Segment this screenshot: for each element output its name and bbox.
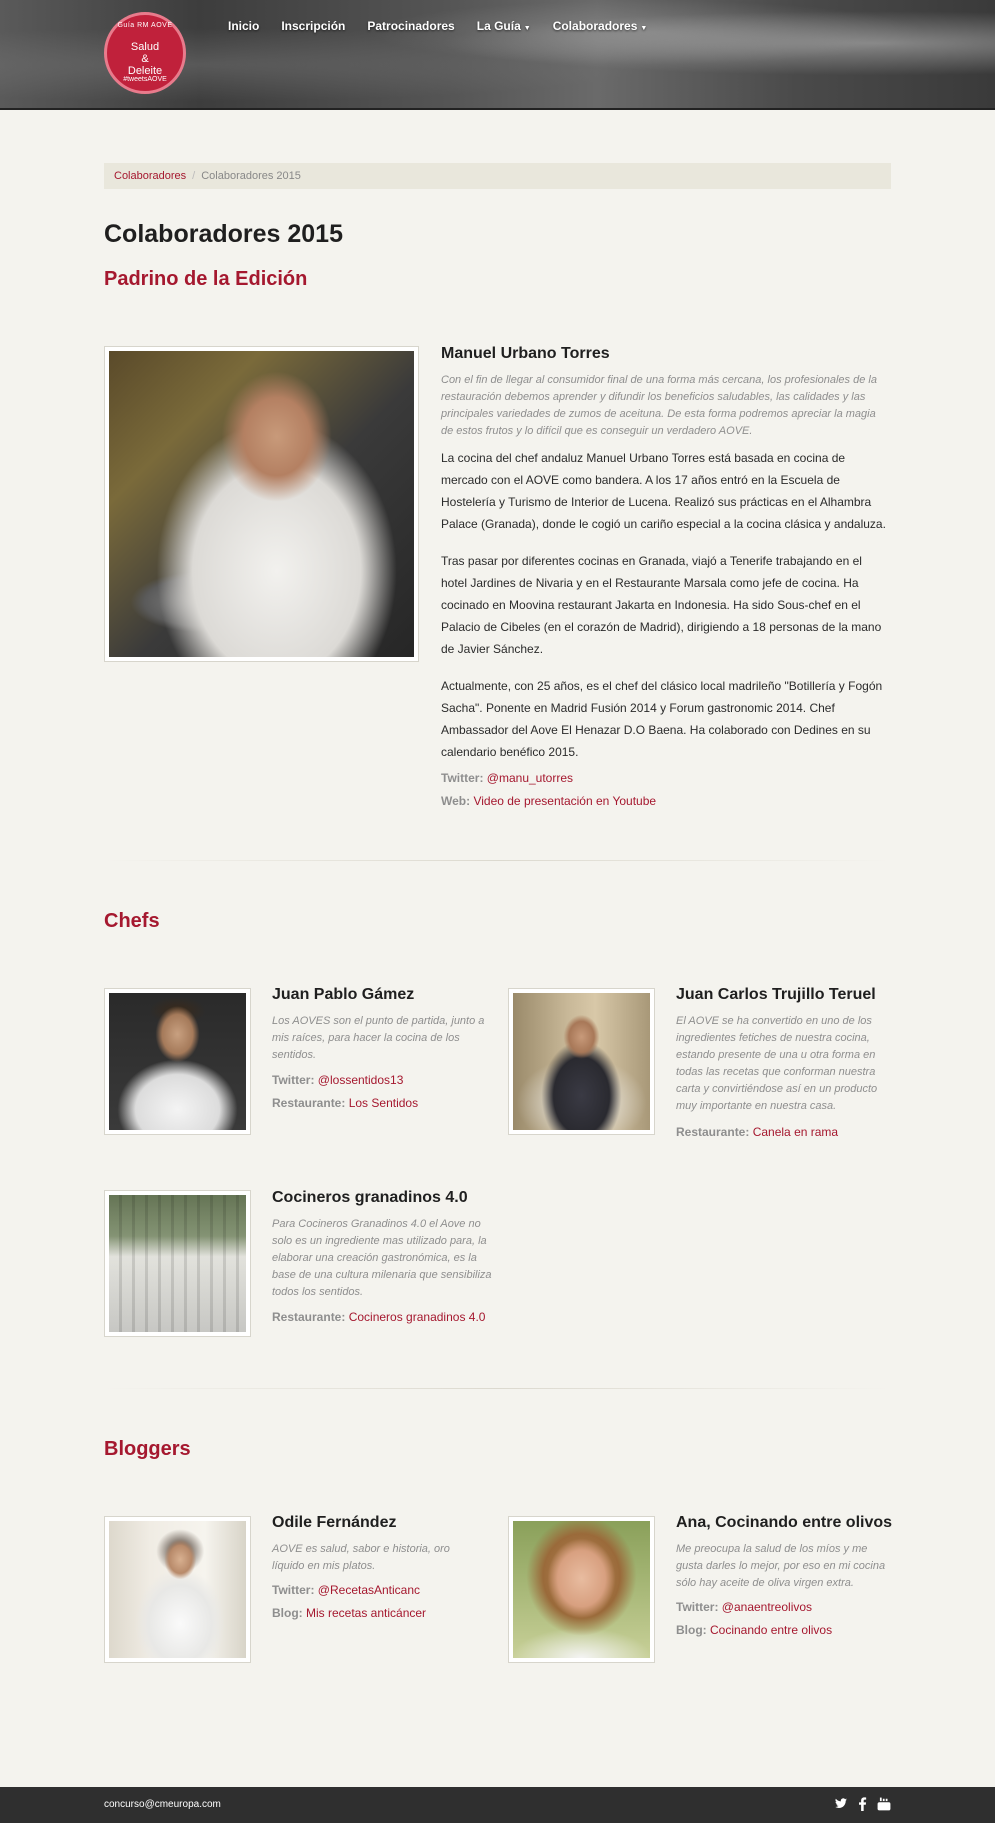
blogger-photo-image: [513, 1521, 650, 1658]
blogger-card-photo: [508, 1516, 655, 1663]
chef-quote: Los AOVES son el punto de partida, junto…: [272, 1015, 485, 1061]
main-nav: Inicio Inscripción Patrocinadores La Guí…: [228, 19, 669, 33]
twitter-label: Twitter:: [441, 771, 484, 785]
blogger-quote: Me preocupa la salud de los míos y me gu…: [676, 1543, 886, 1589]
featured-paragraph-3: Actualmente, con 25 años, es el chef del…: [441, 679, 883, 759]
facebook-icon[interactable]: [858, 1797, 867, 1814]
chef-quote: Para Cocineros Granadinos 4.0 el Aove no…: [272, 1218, 492, 1298]
logo-bottom-text: #tweetsAOVE: [123, 76, 167, 83]
section-title-chefs: Chefs: [104, 910, 160, 932]
nav-label: Inicio: [228, 19, 260, 33]
breadcrumb-link[interactable]: Colaboradores: [114, 170, 186, 182]
site-footer: concurso@cmeuropa.com: [0, 1787, 995, 1823]
blogger-twitter-row: Twitter: @RecetasAnticanc: [272, 1583, 420, 1597]
chef-photo-image: [109, 993, 246, 1130]
twitter-label: Twitter:: [272, 1583, 315, 1597]
restaurant-label: Restaurante:: [272, 1310, 346, 1324]
featured-paragraph-1: La cocina del chef andaluz Manuel Urbano…: [441, 451, 886, 531]
restaurant-label: Restaurante:: [676, 1125, 750, 1139]
chef-name: Juan Carlos Trujillo Teruel: [676, 986, 876, 1003]
restaurant-label: Restaurante:: [272, 1096, 346, 1110]
section-title-bloggers: Bloggers: [104, 1438, 191, 1460]
blogger-quote: AOVE es salud, sabor e historia, oro líq…: [272, 1543, 450, 1572]
logo-line-1: Salud: [130, 41, 160, 53]
breadcrumb-separator: /: [192, 170, 196, 182]
chef-restaurant-row: Restaurante: Cocineros granadinos 4.0: [272, 1310, 485, 1324]
page-title: Colaboradores 2015: [104, 220, 343, 248]
section-title-padrino: Padrino de la Edición: [104, 268, 308, 290]
caret-down-icon: ▼: [523, 25, 531, 32]
chef-photo-image: [109, 351, 414, 657]
blogger-name: Odile Fernández: [272, 1514, 397, 1531]
nav-colaboradores-dropdown[interactable]: Colaboradores ▼: [553, 19, 648, 33]
chef-restaurant-row: Restaurante: Los Sentidos: [272, 1096, 418, 1110]
web-label: Web:: [441, 794, 471, 808]
featured-web-row: Web: Video de presentación en Youtube: [441, 794, 656, 808]
chef-twitter-row: Twitter: @lossentidos13: [272, 1073, 403, 1087]
blogger-twitter-link[interactable]: @anaentreolivos: [722, 1600, 812, 1614]
section-divider: [104, 1388, 891, 1389]
twitter-label: Twitter:: [676, 1600, 719, 1614]
site-header: Guía RM AOVE Salud & Deleite #tweetsAOVE…: [0, 0, 995, 110]
chef-card-photo: [508, 988, 655, 1135]
chef-name: Cocineros granadinos 4.0: [272, 1189, 468, 1206]
nav-patrocinadores[interactable]: Patrocinadores: [367, 19, 454, 33]
social-icons: [834, 1797, 891, 1814]
blogger-blog-row: Blog: Mis recetas anticáncer: [272, 1606, 426, 1620]
nav-label: Colaboradores: [552, 19, 638, 33]
nav-inscripcion[interactable]: Inscripción: [281, 19, 345, 33]
featured-photo: [104, 346, 419, 662]
chef-card-photo: [104, 988, 251, 1135]
featured-paragraph-2: Tras pasar por diferentes cocinas en Gra…: [441, 554, 882, 656]
featured-twitter-link[interactable]: @manu_utorres: [487, 771, 573, 785]
logo-line-2: &: [141, 53, 149, 65]
site-logo[interactable]: Guía RM AOVE Salud & Deleite #tweetsAOVE: [104, 12, 186, 94]
nav-label: La Guía: [476, 19, 521, 33]
blogger-card-photo: [104, 1516, 251, 1663]
chef-twitter-link[interactable]: @lossentidos13: [318, 1073, 404, 1087]
chef-quote: El AOVE se ha convertido en uno de los i…: [676, 1015, 878, 1112]
footer-email-link[interactable]: concurso@cmeuropa.com: [104, 1799, 221, 1810]
blogger-twitter-row: Twitter: @anaentreolivos: [676, 1600, 812, 1614]
twitter-label: Twitter:: [272, 1073, 315, 1087]
featured-web-link[interactable]: Video de presentación en Youtube: [473, 794, 656, 808]
breadcrumb-current: Colaboradores 2015: [201, 170, 301, 182]
chef-photo-image: [109, 1195, 246, 1332]
chef-restaurant-link[interactable]: Cocineros granadinos 4.0: [349, 1310, 486, 1324]
blogger-photo-image: [109, 1521, 246, 1658]
nav-inicio[interactable]: Inicio: [228, 19, 259, 33]
featured-name: Manuel Urbano Torres: [441, 345, 610, 362]
chef-restaurant-link[interactable]: Los Sentidos: [349, 1096, 418, 1110]
blogger-blog-row: Blog: Cocinando entre olivos: [676, 1623, 832, 1637]
section-divider: [104, 860, 891, 861]
blog-label: Blog:: [676, 1623, 707, 1637]
nav-label: Patrocinadores: [367, 19, 455, 33]
chef-restaurant-row: Restaurante: Canela en rama: [676, 1125, 838, 1139]
caret-down-icon: ▼: [640, 25, 648, 32]
twitter-icon[interactable]: [834, 1797, 848, 1814]
logo-main-text: Salud & Deleite: [107, 41, 183, 77]
chef-name: Juan Pablo Gámez: [272, 986, 415, 1003]
breadcrumb: Colaboradores / Colaboradores 2015: [104, 163, 891, 189]
chef-restaurant-link[interactable]: Canela en rama: [753, 1125, 838, 1139]
chef-photo-image: [513, 993, 650, 1130]
blogger-blog-link[interactable]: Mis recetas anticáncer: [306, 1606, 426, 1620]
featured-quote: Con el fin de llegar al consumidor final…: [441, 374, 877, 437]
youtube-icon[interactable]: [877, 1797, 891, 1814]
logo-top-text: Guía RM AOVE: [117, 22, 173, 29]
nav-label: Inscripción: [281, 19, 346, 33]
chef-card-photo: [104, 1190, 251, 1337]
blog-label: Blog:: [272, 1606, 303, 1620]
blogger-blog-link[interactable]: Cocinando entre olivos: [710, 1623, 832, 1637]
featured-twitter-row: Twitter: @manu_utorres: [441, 771, 573, 785]
blogger-twitter-link[interactable]: @RecetasAnticanc: [318, 1583, 420, 1597]
blogger-name: Ana, Cocinando entre olivos: [676, 1514, 893, 1531]
nav-la-guia-dropdown[interactable]: La Guía ▼: [477, 19, 531, 33]
